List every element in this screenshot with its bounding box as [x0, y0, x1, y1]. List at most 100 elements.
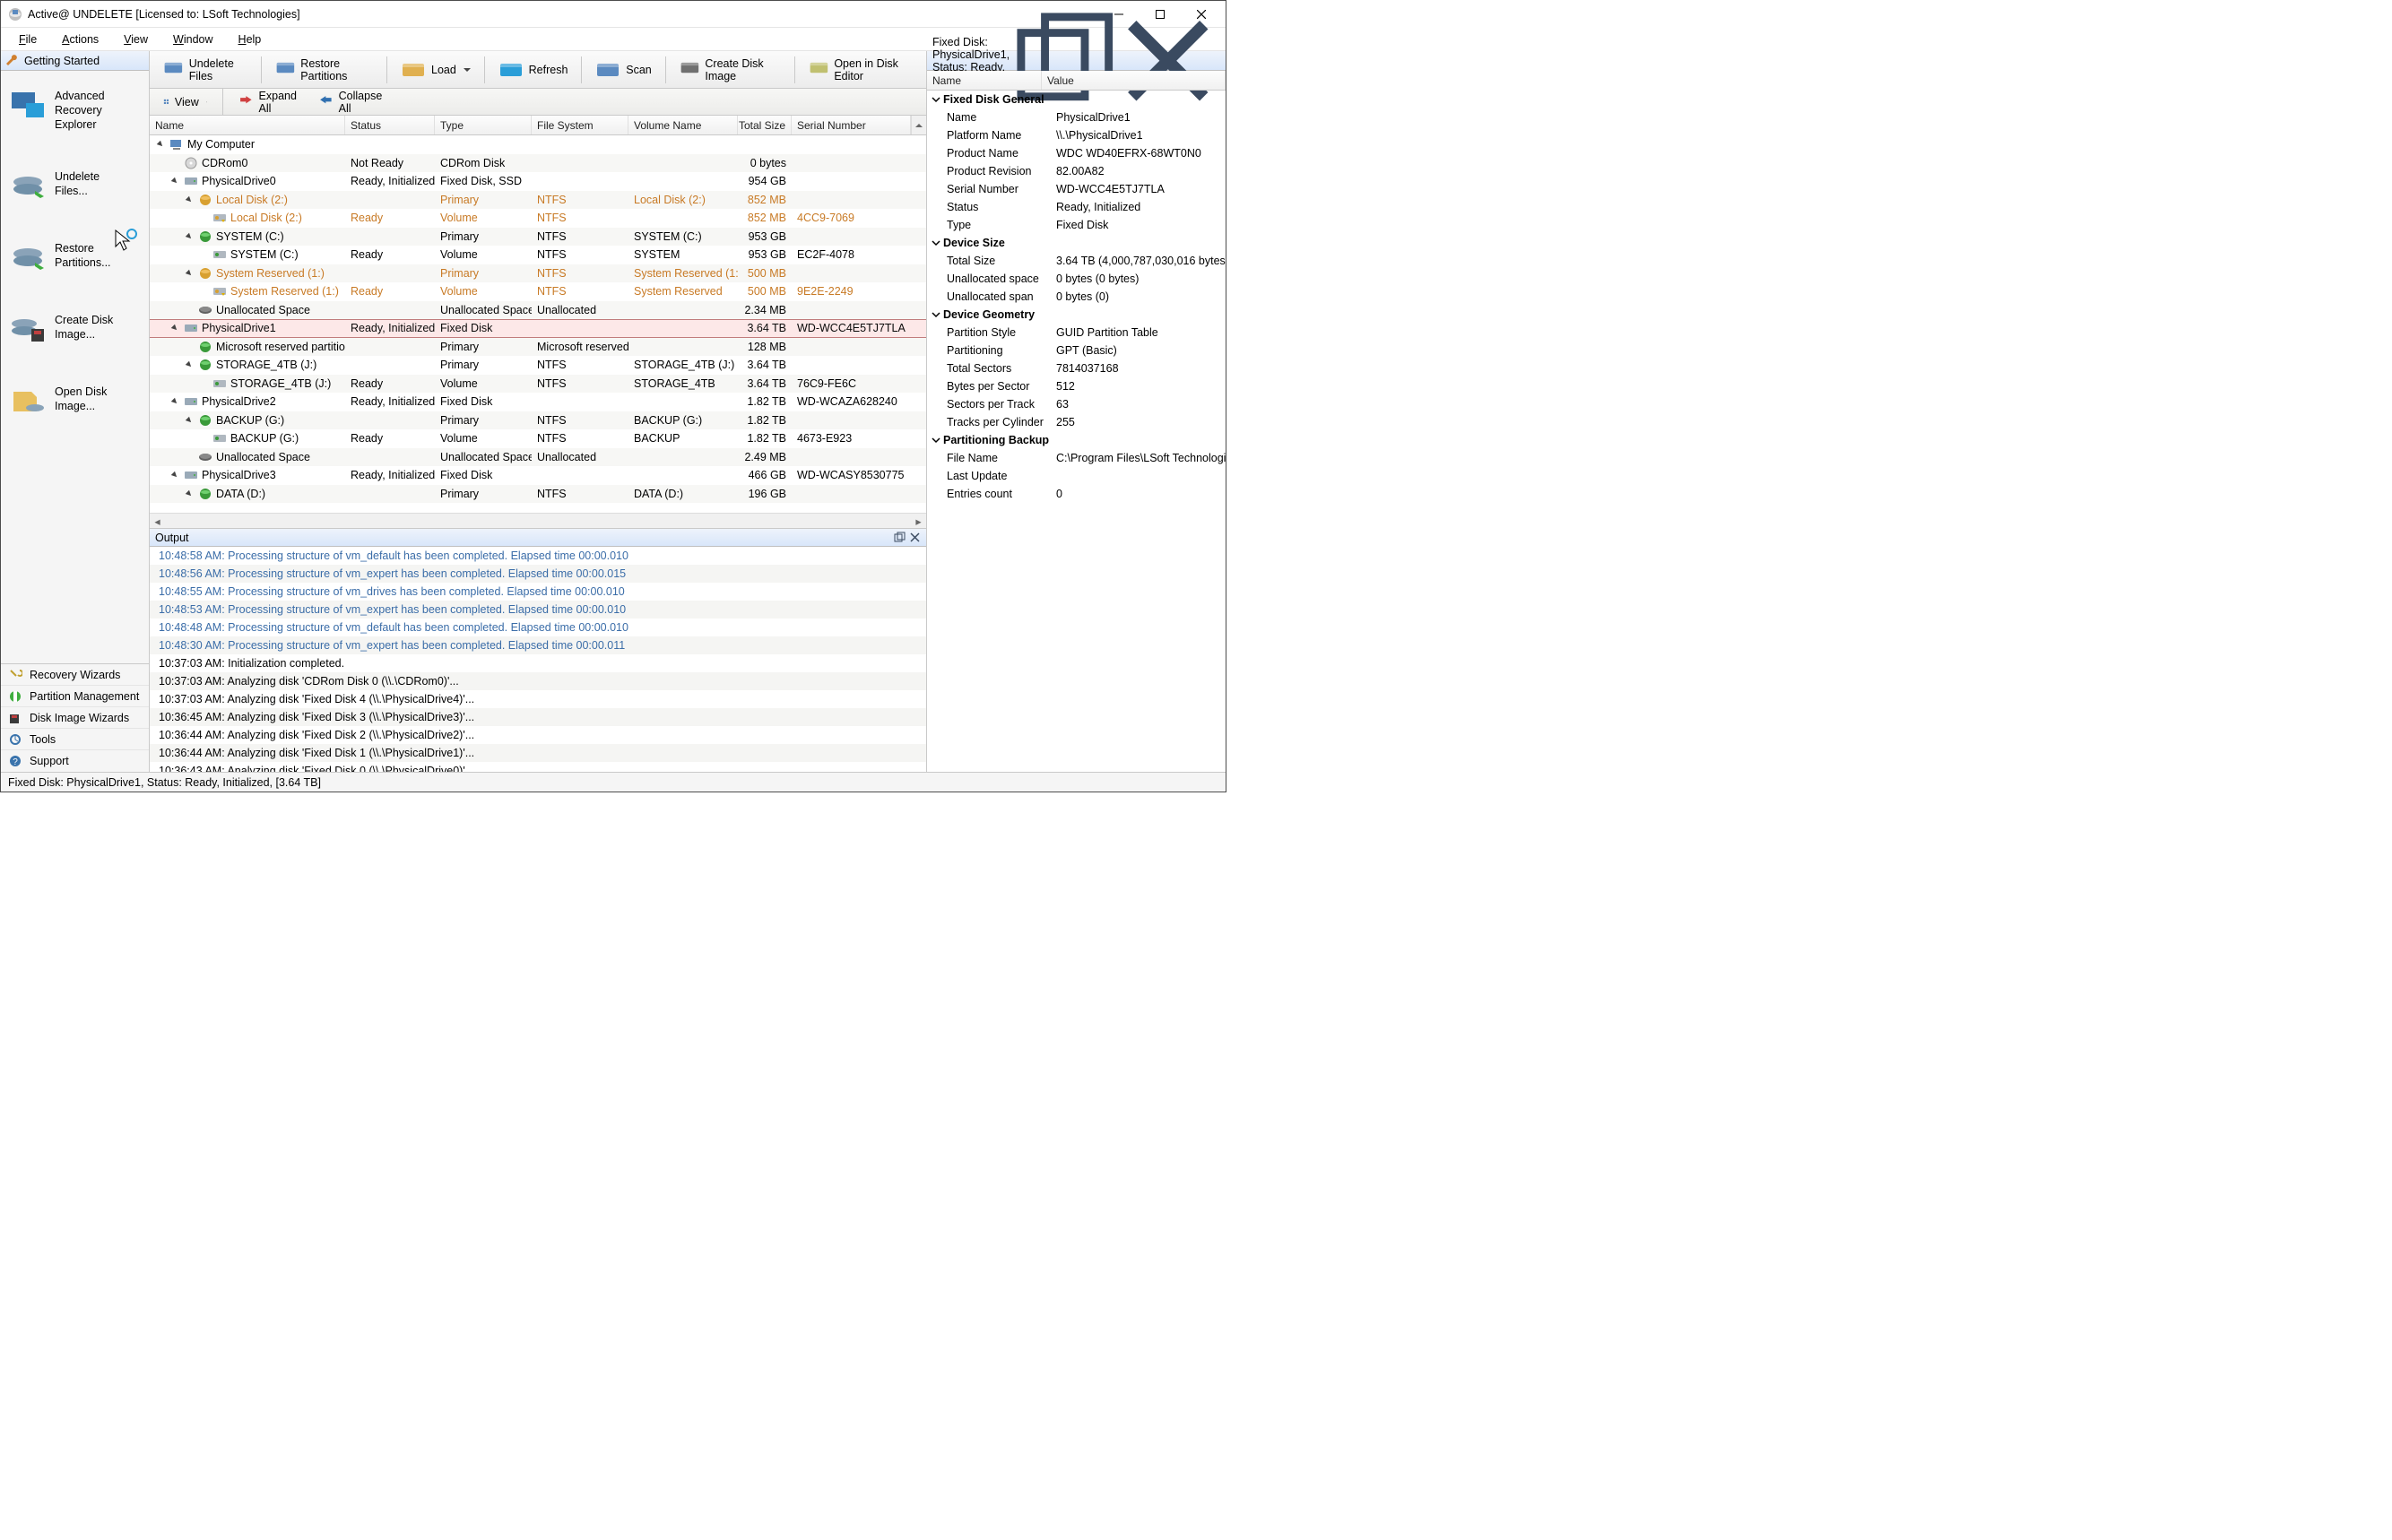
tree-row[interactable]: BACKUP (G:)PrimaryNTFSBACKUP (G:)1.82 TB [150, 411, 926, 430]
view-dropdown[interactable]: View [155, 91, 215, 113]
collapse-icon [318, 94, 334, 109]
menu-window[interactable]: Window [160, 31, 225, 48]
col-name[interactable]: Name [150, 116, 345, 134]
row-type: Fixed Disk [440, 395, 492, 408]
prop-col-value[interactable]: Value [1042, 71, 1226, 90]
tree-row[interactable]: Local Disk (2:)ReadyVolumeNTFS852 MB4CC9… [150, 209, 926, 228]
sidebar-task[interactable]: Create DiskImage... [3, 300, 147, 370]
prop-row: StatusReady, Initialized [927, 198, 1226, 216]
expander-icon[interactable] [184, 268, 195, 279]
chevron-down-icon [931, 435, 941, 446]
sidebar-task[interactable]: Open DiskImage... [3, 372, 147, 442]
expander-icon[interactable] [155, 139, 166, 150]
tree-row[interactable]: My Computer [150, 135, 926, 154]
tree-row[interactable]: STORAGE_4TB (J:)PrimaryNTFSSTORAGE_4TB (… [150, 356, 926, 375]
row-fs: NTFS [537, 414, 567, 427]
prop-row: Partition StyleGUID Partition Table [927, 324, 1226, 342]
scroll-left-button[interactable]: ◂ [150, 515, 165, 528]
prop-key: Platform Name [927, 129, 1051, 142]
menu-help[interactable]: Help [226, 31, 274, 48]
sidebar-bottom-item[interactable]: ?Support [1, 750, 149, 772]
prop-value: 0 bytes (0) [1051, 290, 1226, 303]
sidebar-bottom-item[interactable]: Disk Image Wizards [1, 707, 149, 729]
prop-value: 3.64 TB (4,000,787,030,016 bytes) [1051, 255, 1226, 267]
toolbar-button[interactable]: Create Disk Image [670, 54, 791, 86]
sidebar-task[interactable]: RestorePartitions... [3, 229, 147, 298]
sidebar-bottom-label: Recovery Wizards [30, 669, 120, 681]
expander-icon[interactable] [184, 415, 195, 426]
sidebar-bottom-item[interactable]: Tools [1, 729, 149, 750]
toolbar-button[interactable]: Load [391, 54, 481, 86]
node-icon [212, 285, 227, 298]
prop-section-header[interactable]: Partitioning Backup [927, 431, 1226, 449]
prop-section-header[interactable]: Device Geometry [927, 306, 1226, 324]
toolbar-button[interactable]: Scan [585, 54, 662, 86]
row-fs: NTFS [537, 488, 567, 500]
scroll-up-button[interactable] [911, 116, 926, 134]
tree-row[interactable]: BACKUP (G:)ReadyVolumeNTFSBACKUP1.82 TB4… [150, 429, 926, 448]
tree-row[interactable]: PhysicalDrive2Ready, InitializedFixed Di… [150, 393, 926, 411]
tree-row[interactable]: System Reserved (1:)PrimaryNTFSSystem Re… [150, 264, 926, 283]
node-icon [198, 194, 212, 206]
menu-view[interactable]: View [111, 31, 160, 48]
expander-icon[interactable] [169, 176, 180, 186]
expander-icon[interactable] [169, 396, 180, 407]
col-size[interactable]: Total Size [738, 116, 792, 134]
sidebar-bottom-item[interactable]: Partition Management [1, 686, 149, 707]
prop-key: Product Name [927, 147, 1051, 160]
expander-icon[interactable] [169, 323, 180, 333]
toolbar-button[interactable]: Open in Disk Editor [799, 54, 923, 86]
grid-body[interactable]: My ComputerCDRom0Not ReadyCDRom Disk0 by… [150, 135, 926, 513]
chevron-down-icon [931, 94, 941, 105]
col-fs[interactable]: File System [532, 116, 628, 134]
col-serial[interactable]: Serial Number [792, 116, 911, 134]
tree-row[interactable]: System Reserved (1:)ReadyVolumeNTFSSyste… [150, 282, 926, 301]
menu-file[interactable]: File [6, 31, 49, 48]
expand-all-button[interactable]: Expand All [230, 91, 305, 113]
tree-row[interactable]: DATA (D:)PrimaryNTFSDATA (D:)196 GB [150, 485, 926, 504]
toolbar-button[interactable]: Restore Partitions [265, 54, 384, 86]
tree-row[interactable]: PhysicalDrive1Ready, InitializedFixed Di… [150, 319, 926, 338]
tree-row[interactable]: SYSTEM (C:)ReadyVolumeNTFSSYSTEM953 GBEC… [150, 246, 926, 264]
expander-icon[interactable] [169, 470, 180, 480]
expander-icon[interactable] [184, 359, 195, 370]
output-panel: Output 10:48:58 AM: Processing structure… [150, 528, 926, 772]
expander-icon[interactable] [184, 195, 195, 205]
col-volname[interactable]: Volume Name [628, 116, 738, 134]
tree-row[interactable]: Unallocated SpaceUnallocated SpaceUnallo… [150, 301, 926, 320]
row-name: CDRom0 [202, 157, 247, 169]
scroll-right-button[interactable]: ▸ [911, 515, 926, 528]
tree-row[interactable]: PhysicalDrive0Ready, InitializedFixed Di… [150, 172, 926, 191]
prop-col-name[interactable]: Name [927, 71, 1042, 90]
tree-row[interactable]: STORAGE_4TB (J:)ReadyVolumeNTFSSTORAGE_4… [150, 375, 926, 394]
expand-icon [238, 94, 254, 109]
tree-row[interactable]: Local Disk (2:)PrimaryNTFSLocal Disk (2:… [150, 191, 926, 210]
node-icon [184, 157, 198, 169]
col-status[interactable]: Status [345, 116, 435, 134]
toolbar-button[interactable]: Refresh [489, 54, 578, 86]
sidebar-bottom-item[interactable]: Recovery Wizards [1, 664, 149, 686]
grid-hscrollbar[interactable]: ◂ ▸ [150, 513, 926, 528]
prop-section-header[interactable]: Device Size [927, 234, 1226, 252]
close-panel-icon[interactable] [909, 532, 921, 543]
expander-icon[interactable] [184, 489, 195, 499]
expander-icon[interactable] [184, 231, 195, 242]
menu-actions[interactable]: Actions [49, 31, 111, 48]
restore-panel-icon[interactable] [894, 532, 906, 543]
node-icon [184, 395, 198, 408]
collapse-all-button[interactable]: Collapse All [310, 91, 390, 113]
sidebar-task[interactable]: AdvancedRecoveryExplorer [3, 76, 147, 155]
tree-row[interactable]: Microsoft reserved partitionPrimaryMicro… [150, 338, 926, 357]
output-body[interactable]: 10:48:58 AM: Processing structure of vm_… [150, 547, 926, 772]
tree-row[interactable]: PhysicalDrive3Ready, InitializedFixed Di… [150, 466, 926, 485]
sidebar-task[interactable]: UndeleteFiles... [3, 157, 147, 227]
prop-section-header[interactable]: Fixed Disk General [927, 91, 1226, 108]
tree-row[interactable]: SYSTEM (C:)PrimaryNTFSSYSTEM (C:)953 GB [150, 228, 926, 247]
toolbar-button[interactable]: Undelete Files [153, 54, 257, 86]
toolbar-label: Open in Disk Editor [834, 57, 913, 82]
tree-row[interactable]: Unallocated SpaceUnallocated SpaceUnallo… [150, 448, 926, 467]
tree-row[interactable]: CDRom0Not ReadyCDRom Disk0 bytes [150, 154, 926, 173]
col-type[interactable]: Type [435, 116, 532, 134]
properties-body[interactable]: Fixed Disk GeneralNamePhysicalDrive1Plat… [927, 91, 1226, 772]
row-type: Volume [440, 285, 478, 298]
